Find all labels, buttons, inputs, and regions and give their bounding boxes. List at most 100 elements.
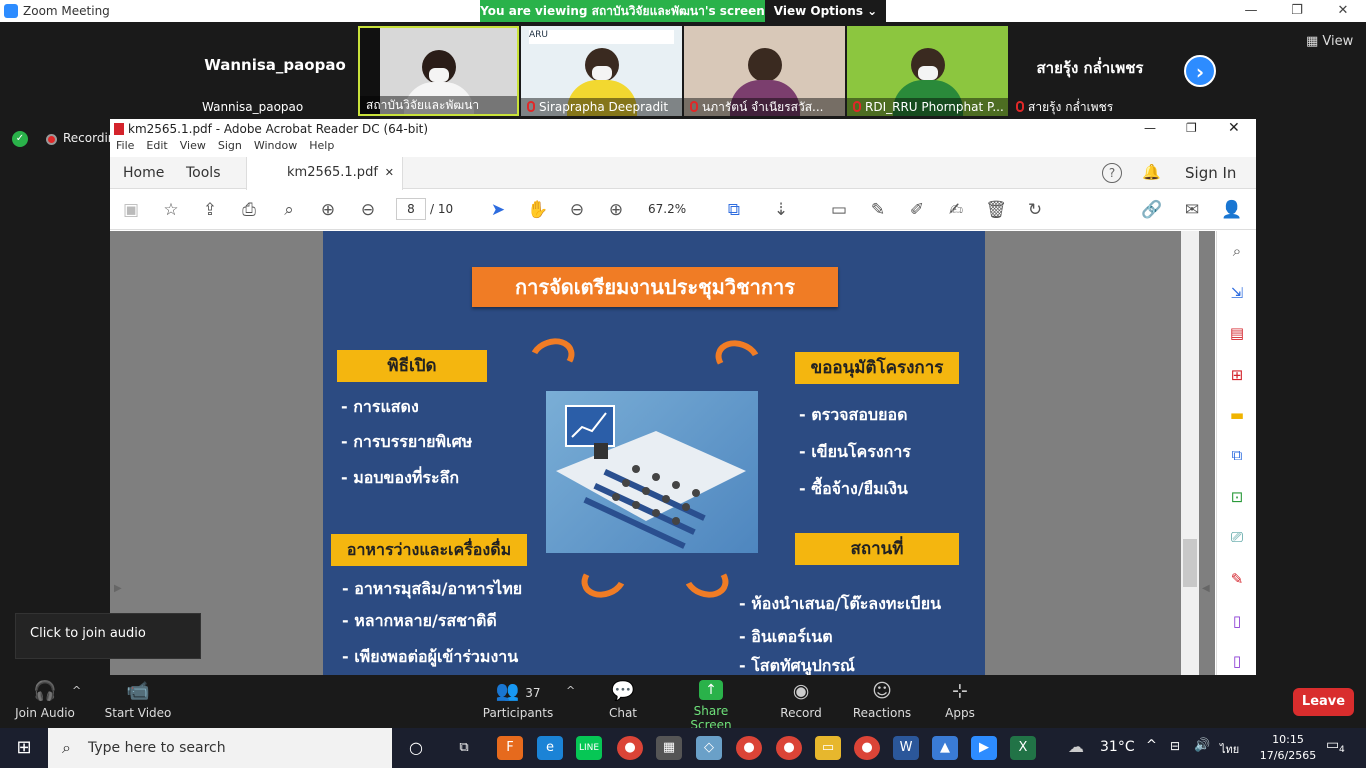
collapse-right-icon[interactable]: ◀ xyxy=(1202,583,1210,594)
compress-icon[interactable]: ⊡ xyxy=(1227,487,1247,507)
chrome-profile-icon[interactable]: ● xyxy=(776,736,802,760)
language-indicator[interactable]: ไทย xyxy=(1220,740,1239,758)
comment-icon[interactable]: ▭ xyxy=(827,198,851,222)
zoom-level-select[interactable]: 67.2% xyxy=(648,202,686,216)
star-icon[interactable]: ☆ xyxy=(159,198,183,222)
zoom-app-icon[interactable]: ▶ xyxy=(971,736,997,760)
organize-pages-icon[interactable]: ▤ xyxy=(1227,323,1247,343)
menu-view[interactable]: View xyxy=(180,139,206,152)
menu-window[interactable]: Window xyxy=(254,139,297,152)
close-button[interactable]: ✕ xyxy=(1320,0,1366,22)
draw-icon[interactable]: ✐ xyxy=(905,198,929,222)
highlight-icon[interactable]: ✎ xyxy=(866,198,890,222)
word-icon[interactable]: W xyxy=(893,736,919,760)
maximize-button[interactable]: ❐ xyxy=(1274,0,1320,22)
page-up-icon[interactable]: ⊕ xyxy=(316,198,340,222)
participants-options-chevron-icon[interactable]: ^ xyxy=(566,684,575,697)
menu-help[interactable]: Help xyxy=(309,139,334,152)
vertical-scrollbar[interactable] xyxy=(1181,231,1199,675)
participant-tile[interactable]: ARU Siraprapha Deepradit xyxy=(521,26,682,116)
audio-options-chevron-icon[interactable]: ^ xyxy=(72,684,81,697)
comment-panel-icon[interactable]: ▬ xyxy=(1227,405,1247,425)
upload-icon[interactable]: ⇪ xyxy=(198,198,222,222)
export-pdf-icon[interactable]: ⇲ xyxy=(1227,283,1247,303)
store-icon[interactable]: ▦ xyxy=(656,736,682,760)
stamp-icon[interactable]: ✍ xyxy=(944,198,968,222)
participants-button[interactable]: 👥 37 Participants xyxy=(482,680,554,720)
start-windows-icon[interactable]: ⊞ xyxy=(0,728,48,768)
participant-tile[interactable]: RDI_RRU Phornphat P... xyxy=(847,26,1008,116)
tray-overflow-icon[interactable]: ^ xyxy=(1146,738,1157,753)
tab-home[interactable]: Home xyxy=(123,157,164,189)
search-icon[interactable]: ⌕ xyxy=(277,198,301,222)
weather-temperature[interactable]: 31°C xyxy=(1100,739,1135,755)
notifications-icon[interactable]: ▭ 4 xyxy=(1326,737,1345,755)
fit-page-icon[interactable]: ⧉ xyxy=(722,198,746,222)
page-number-input[interactable]: 8 xyxy=(396,198,426,220)
weather-icon[interactable]: ☁ xyxy=(1068,737,1084,756)
photos-icon[interactable]: ▲ xyxy=(932,736,958,760)
scroll-mode-icon[interactable]: ⇣ xyxy=(769,198,793,222)
firefox-icon[interactable]: F xyxy=(497,736,523,760)
acrobat-maximize-button[interactable]: ❐ xyxy=(1186,121,1197,135)
delete-icon[interactable]: 🗑 xyxy=(984,198,1008,222)
fill-sign-icon[interactable]: ✎ xyxy=(1227,569,1247,589)
link-icon[interactable]: 🔗 xyxy=(1140,198,1164,222)
menu-sign[interactable]: Sign xyxy=(218,139,242,152)
start-video-button[interactable]: 📹 Start Video xyxy=(104,680,172,720)
participant-tile[interactable]: นภารัตน์ จำเนียรสวัส... xyxy=(684,26,845,116)
record-button[interactable]: ◉ Record xyxy=(778,680,824,720)
menu-edit[interactable]: Edit xyxy=(146,139,167,152)
network-icon[interactable]: ⊟ xyxy=(1170,739,1180,753)
collapse-left-icon[interactable]: ▶ xyxy=(114,583,122,594)
volume-icon[interactable]: 🔊 xyxy=(1194,738,1210,753)
cortana-icon[interactable]: ○ xyxy=(403,736,429,760)
reactions-button[interactable]: ☺ Reactions xyxy=(852,680,912,720)
next-page-arrow-icon[interactable]: › xyxy=(1184,55,1216,87)
taskbar-search-input[interactable]: ⌕ Type here to search xyxy=(48,728,392,768)
scan-icon[interactable]: ⎚ xyxy=(1227,527,1247,547)
task-view-icon[interactable]: ⧉ xyxy=(451,736,477,760)
taskbar-clock[interactable]: 10:15 17/6/2565 xyxy=(1258,732,1318,764)
scrollbar-thumb[interactable] xyxy=(1183,539,1197,587)
apps-button[interactable]: ⊹ Apps xyxy=(940,680,980,720)
edge-icon[interactable]: e xyxy=(537,736,563,760)
chrome-icon[interactable]: ● xyxy=(617,736,643,760)
protect-icon[interactable]: ▯ xyxy=(1227,651,1247,671)
print-icon[interactable]: ⎙ xyxy=(237,198,261,222)
acrobat-close-button[interactable]: ✕ xyxy=(1228,120,1240,136)
select-cursor-icon[interactable]: ➤ xyxy=(486,198,510,222)
zoom-search-icon[interactable]: ⌕ xyxy=(1227,241,1247,261)
rotate-icon[interactable]: ↻ xyxy=(1023,198,1047,222)
participant-tile[interactable]: สายรุ้ง กล่ำเพชร สายรุ้ง กล่ำเพชร xyxy=(1010,26,1170,116)
minimize-button[interactable]: — xyxy=(1228,0,1274,22)
excel-icon[interactable]: X xyxy=(1010,736,1036,760)
combine-files-icon[interactable]: ⧉ xyxy=(1227,445,1247,465)
participant-tile[interactable]: Wannisa_paopao Wannisa_paopao xyxy=(196,26,354,116)
line-app-icon[interactable]: LINE xyxy=(576,736,602,760)
share-screen-button[interactable]: ↑ Share Screen xyxy=(674,680,748,732)
security-shield-icon[interactable]: ✓ xyxy=(12,131,28,147)
sign-in-button[interactable]: Sign In xyxy=(1185,157,1236,189)
file-explorer-icon[interactable]: ▭ xyxy=(815,736,841,760)
tab-document[interactable]: km2565.1.pdf ✕ xyxy=(246,157,403,190)
create-pdf-icon[interactable]: ⊞ xyxy=(1227,365,1247,385)
chrome-profile-icon[interactable]: ● xyxy=(854,736,880,760)
leave-button[interactable]: Leave xyxy=(1293,688,1354,716)
add-user-icon[interactable]: 👤 xyxy=(1220,198,1244,222)
hand-tool-icon[interactable]: ✋ xyxy=(526,198,550,222)
more-tools-icon[interactable]: ▯ xyxy=(1227,611,1247,631)
app-icon[interactable]: ◇ xyxy=(696,736,722,760)
save-icon[interactable]: ▣ xyxy=(119,198,143,222)
page-down-icon[interactable]: ⊖ xyxy=(356,198,380,222)
zoom-out-icon[interactable]: ⊖ xyxy=(565,198,589,222)
help-icon[interactable]: ? xyxy=(1102,163,1122,183)
acrobat-minimize-button[interactable]: — xyxy=(1144,121,1156,135)
tab-tools[interactable]: Tools xyxy=(186,157,221,189)
participant-tile-active[interactable]: สถาบันวิจัยและพัฒนา xyxy=(358,26,519,116)
notification-bell-icon[interactable]: 🔔 xyxy=(1142,163,1161,181)
chrome-profile-icon[interactable]: ● xyxy=(736,736,762,760)
view-options-button[interactable]: View Options ⌄ xyxy=(765,0,886,22)
view-button[interactable]: ▦ View xyxy=(1306,34,1353,49)
menu-file[interactable]: File xyxy=(116,139,134,152)
